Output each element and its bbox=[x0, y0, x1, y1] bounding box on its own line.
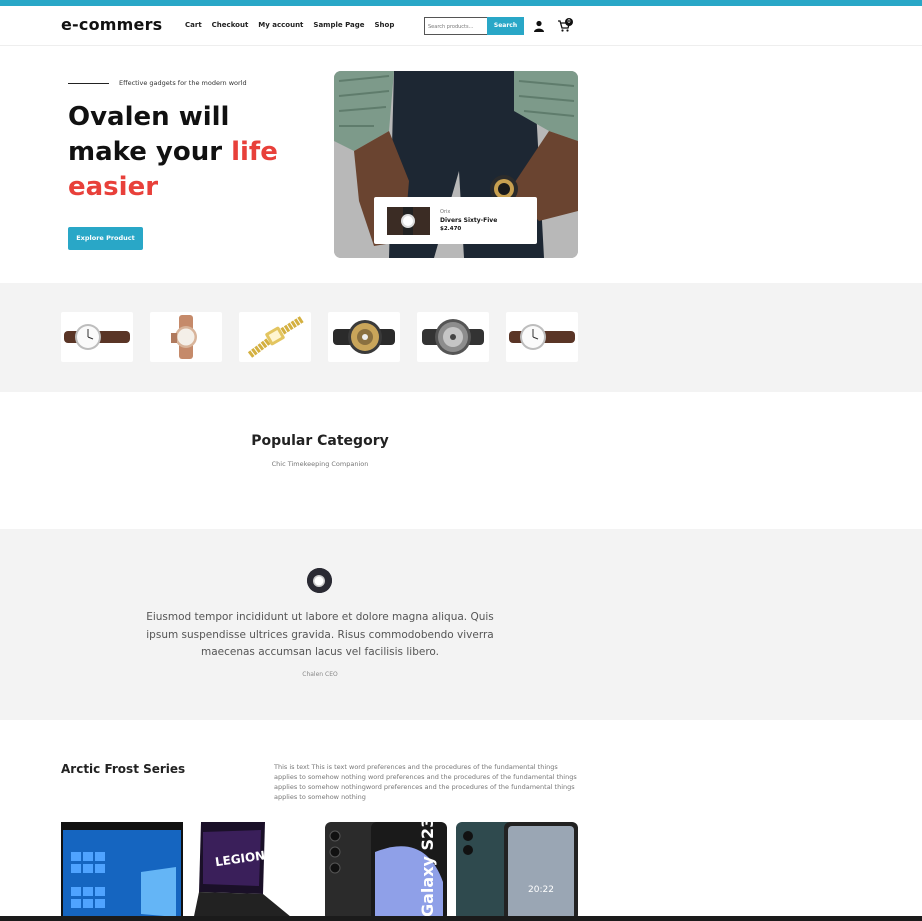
watch-thumb-image bbox=[387, 207, 430, 235]
nav-sample-page[interactable]: Sample Page bbox=[313, 21, 364, 29]
featured-product-price: $2.470 bbox=[440, 226, 462, 232]
featured-product-name[interactable]: Divers Sixty-Five bbox=[440, 217, 497, 224]
testimonial-author: Chalen CEO bbox=[302, 671, 338, 678]
featured-product-thumbnail bbox=[387, 207, 430, 235]
product-phone-nokia[interactable]: 20:22 bbox=[456, 822, 578, 921]
featured-product-card[interactable]: Orix Divers Sixty-Five $2.470 bbox=[374, 197, 537, 244]
watch-thumbnail[interactable] bbox=[417, 312, 489, 362]
laptop-image: LEGION bbox=[193, 822, 293, 921]
nav-cart[interactable]: Cart bbox=[185, 21, 202, 29]
svg-text:Galaxy S23 FE: Galaxy S23 FE bbox=[418, 822, 437, 917]
watch-image bbox=[171, 315, 197, 359]
watch-thumbnail[interactable] bbox=[150, 312, 222, 362]
explore-product-button[interactable]: Explore Product bbox=[68, 227, 143, 250]
phone-image: Galaxy S23 FE bbox=[325, 822, 447, 921]
watch-image bbox=[422, 319, 484, 355]
featured-product-brand: Orix bbox=[440, 209, 451, 215]
avatar-image bbox=[307, 568, 332, 593]
svg-text:20:22: 20:22 bbox=[528, 885, 554, 895]
watch-thumbnail[interactable] bbox=[61, 312, 133, 362]
cart-count-badge: 0 bbox=[565, 18, 573, 26]
nav-checkout[interactable]: Checkout bbox=[212, 21, 249, 29]
product-phone-galaxy[interactable]: Galaxy S23 FE bbox=[325, 822, 447, 921]
main-nav: Cart Checkout My account Sample Page Sho… bbox=[185, 21, 394, 29]
testimonial-avatar bbox=[307, 568, 332, 593]
hero-subtitle: Effective gadgets for the modern world bbox=[119, 79, 247, 87]
nav-shop[interactable]: Shop bbox=[375, 21, 395, 29]
series-description: This is text This is text word preferenc… bbox=[274, 763, 577, 801]
popular-category-subtitle: Chic Timekeeping Companion bbox=[271, 460, 369, 468]
product-thumbnail-row bbox=[61, 312, 578, 362]
bottom-edge-bar bbox=[0, 916, 922, 921]
testimonial-quote: Eiusmod tempor incididunt ut labore et d… bbox=[146, 611, 494, 658]
laptop-image bbox=[61, 822, 183, 921]
product-laptop-windows[interactable] bbox=[61, 822, 183, 921]
site-logo[interactable]: e-commers bbox=[61, 15, 162, 34]
search-input[interactable]: Search products... bbox=[424, 17, 487, 35]
nav-my-account[interactable]: My account bbox=[258, 21, 303, 29]
popular-category-title: Popular Category bbox=[251, 433, 389, 449]
product-laptop-legion[interactable]: LEGION bbox=[193, 822, 293, 921]
watch-image bbox=[333, 320, 395, 354]
watch-thumbnail[interactable] bbox=[239, 312, 311, 362]
watch-image bbox=[247, 316, 304, 358]
hero-title: Ovalen will make your life easier bbox=[68, 100, 308, 205]
user-icon[interactable] bbox=[533, 20, 545, 32]
site-header: e-commers Cart Checkout My account Sampl… bbox=[0, 6, 922, 46]
series-title: Arctic Frost Series bbox=[61, 762, 186, 776]
watch-thumbnail[interactable] bbox=[506, 312, 578, 362]
search-button[interactable]: Search bbox=[487, 17, 524, 35]
hero-divider bbox=[68, 83, 109, 84]
hero-title-main: Ovalen will make your bbox=[68, 102, 232, 167]
phone-image: 20:22 bbox=[456, 822, 578, 921]
watch-thumbnail[interactable] bbox=[328, 312, 400, 362]
watch-image bbox=[509, 324, 575, 350]
search-form: Search products... Search bbox=[424, 17, 524, 35]
watch-image bbox=[64, 324, 130, 350]
